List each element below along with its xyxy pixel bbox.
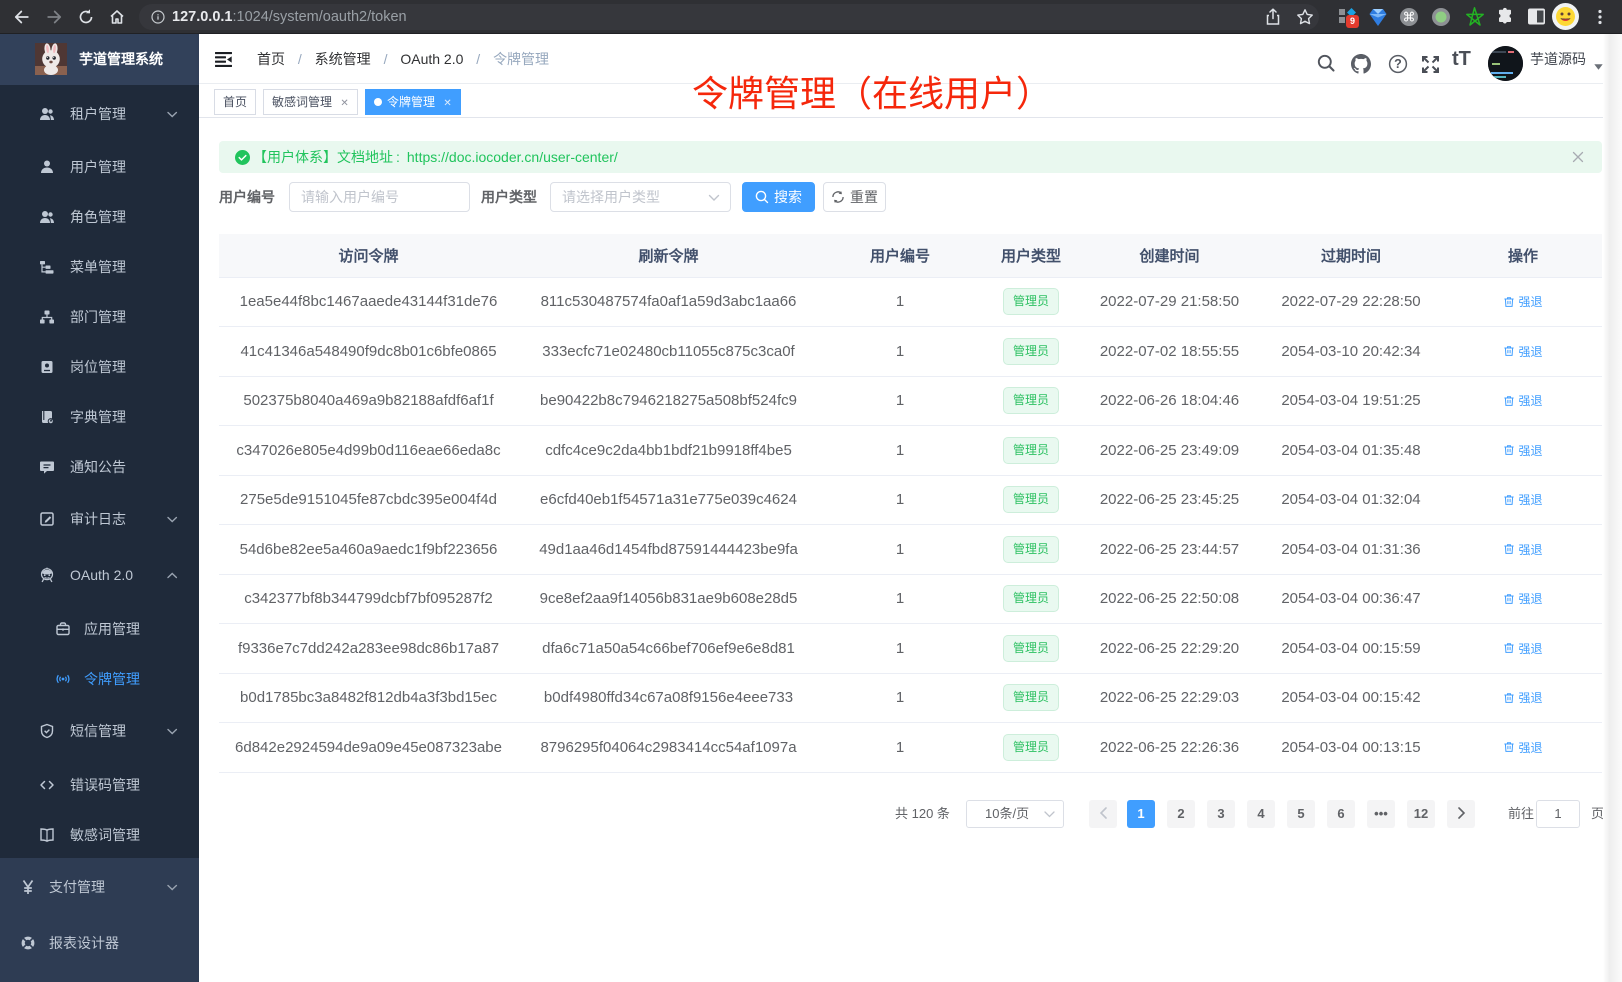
svg-text:?: ? <box>1394 57 1402 71</box>
svg-text:⌘: ⌘ <box>1403 10 1416 25</box>
